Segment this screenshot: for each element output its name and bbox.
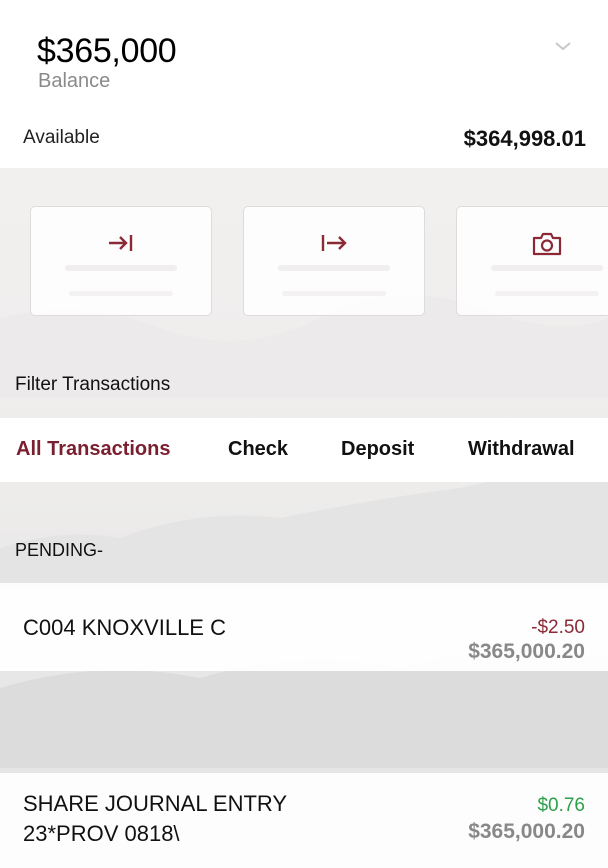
- transaction-description: C004 KNOXVILLE C: [23, 615, 226, 640]
- transaction-amount: $0.76: [537, 795, 585, 816]
- transaction-row[interactable]: SHARE JOURNAL ENTRY 23*PROV 0818\ $0.76 …: [0, 773, 608, 868]
- account-header: $365,000 Balance Available $364,998.01: [0, 0, 608, 168]
- chevron-down-icon[interactable]: [552, 36, 574, 56]
- tab-all-transactions[interactable]: All Transactions: [16, 438, 171, 461]
- transfer-in-icon: [109, 235, 133, 251]
- available-value: $364,998.01: [463, 126, 586, 151]
- tab-deposit[interactable]: Deposit: [341, 438, 414, 461]
- quick-actions: [0, 206, 608, 318]
- transaction-running-balance: $365,000.20: [468, 640, 585, 663]
- transfer-in-button[interactable]: [30, 206, 212, 316]
- transaction-running-balance: $365,000.20: [468, 820, 585, 843]
- balance-amount: $365,000: [37, 32, 177, 70]
- tab-withdrawal[interactable]: Withdrawal: [468, 438, 575, 461]
- camera-icon: [532, 232, 562, 256]
- filter-title: Filter Transactions: [15, 374, 171, 395]
- transaction-description-line2: 23*PROV 0818\: [23, 821, 180, 846]
- transaction-row[interactable]: C004 KNOXVILLE C -$2.50 $365,000.20: [0, 583, 608, 671]
- filter-tabs: All Transactions Check Deposit Withdrawa…: [0, 418, 608, 482]
- pending-section-label: PENDING-: [15, 540, 104, 560]
- deposit-check-button[interactable]: [456, 206, 608, 316]
- available-label: Available: [23, 127, 100, 148]
- transaction-description-line1: SHARE JOURNAL ENTRY: [23, 791, 288, 816]
- tab-check[interactable]: Check: [228, 438, 288, 461]
- transaction-amount: -$2.50: [531, 617, 585, 638]
- balance-label: Balance: [38, 70, 111, 92]
- transfer-out-button[interactable]: [243, 206, 425, 316]
- transfer-out-icon: [321, 235, 347, 251]
